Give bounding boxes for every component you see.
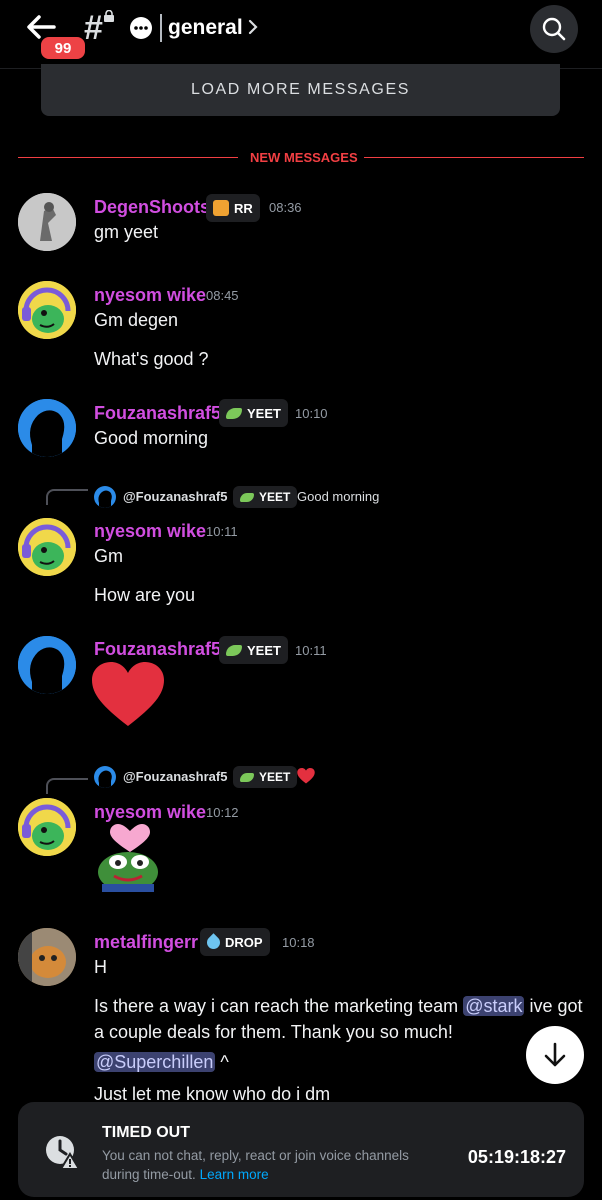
timeout-clock-icon (46, 1136, 80, 1170)
username[interactable]: nyesom wike (94, 285, 206, 306)
timeout-title: TIMED OUT (102, 1124, 190, 1141)
leaf-icon (240, 772, 254, 782)
new-messages-divider-right (364, 157, 584, 158)
timestamp: 10:18 (282, 935, 315, 950)
red-heart-icon (297, 768, 315, 784)
username[interactable]: DegenShoots (94, 197, 210, 218)
username[interactable]: metalfingerr (94, 932, 198, 953)
avatar-nyesom-wike[interactable] (18, 518, 76, 576)
timestamp: 10:11 (295, 643, 327, 658)
timeout-description: You can not chat, reply, react or join v… (102, 1148, 409, 1182)
reply-author[interactable]: @Fouzanashraf5 (123, 489, 227, 504)
jump-to-bottom-button[interactable] (526, 1026, 584, 1084)
new-messages-divider-left (18, 157, 238, 158)
reply-avatar (94, 486, 116, 508)
red-heart-emoji[interactable] (92, 662, 164, 728)
role-tag: RR (206, 194, 260, 222)
message-text: Is there a way i can reach the marketing… (94, 996, 583, 1016)
pepe-love-emoji[interactable] (96, 824, 160, 892)
message-text: Gm degen (94, 310, 179, 330)
message-text: @Superchillen ^ (94, 1052, 229, 1072)
timestamp: 10:10 (295, 406, 328, 421)
role-tag: YEET (219, 399, 288, 427)
timeout-banner: TIMED OUT You can not chat, reply, react… (18, 1102, 584, 1197)
leaf-icon (240, 492, 254, 502)
username[interactable]: nyesom wike (94, 521, 206, 542)
arrow-down-icon (544, 1042, 566, 1067)
message-text: Gm (94, 546, 123, 566)
water-drop-icon (204, 932, 223, 952)
search-icon (542, 17, 566, 41)
avatar-fouzanashraf5[interactable] (18, 399, 76, 457)
channel-header: 99 # general (0, 0, 602, 69)
avatar-nyesom-wike[interactable] (18, 281, 76, 339)
timestamp: 10:12 (206, 805, 239, 820)
mention-superchillen[interactable]: @Superchillen (94, 1052, 216, 1072)
new-messages-label: NEW MESSAGES (250, 150, 358, 165)
reply-author[interactable]: @Fouzanashraf5 (123, 769, 227, 784)
avatar-fouzanashraf5[interactable] (18, 636, 76, 694)
unread-badge: 99 (38, 34, 88, 62)
load-more-button[interactable]: LOAD MORE MESSAGES (41, 64, 560, 116)
reply-preview[interactable]: Good morning (297, 489, 379, 504)
channel-name[interactable]: general (168, 14, 243, 42)
timestamp: 08:36 (269, 200, 302, 215)
role-tag: YEET (219, 636, 288, 664)
reply-role-tag: YEET (233, 486, 298, 508)
username[interactable]: Fouzanashraf5 (94, 639, 221, 660)
timeout-countdown: 05:19:18:27 (467, 1147, 566, 1167)
role-tag: DROP (200, 928, 270, 956)
reply-role-tag: YEET (233, 766, 298, 788)
thread-icon (130, 17, 152, 39)
header-separator (160, 14, 162, 42)
learn-more-link[interactable]: Learn more (200, 1167, 269, 1182)
reply-avatar (94, 766, 116, 788)
reply-connector (46, 489, 88, 505)
leaf-icon (226, 407, 242, 419)
message-text: Good morning (94, 428, 209, 448)
username[interactable]: nyesom wike (94, 802, 206, 823)
username[interactable]: Fouzanashraf5 (94, 403, 221, 424)
search-button[interactable] (530, 5, 578, 53)
message-text: gm yeet (94, 222, 159, 242)
timestamp: 10:11 (206, 524, 238, 539)
leaf-icon (226, 644, 242, 656)
reply-connector (46, 778, 88, 794)
avatar-nyesom-wike[interactable] (18, 798, 76, 856)
chevron-right-icon[interactable] (246, 17, 260, 37)
avatar-degenshoots[interactable] (18, 193, 76, 251)
avatar-metalfingerr[interactable] (18, 928, 76, 986)
message-text: a couple deals for them. Thank you so mu… (94, 1022, 453, 1042)
timestamp: 08:45 (206, 288, 239, 303)
lock-icon (104, 10, 114, 22)
crown-badge-icon (213, 200, 229, 216)
message-text: H (94, 957, 107, 977)
message-text: How are you (94, 585, 196, 605)
message-text: What's good ? (94, 349, 209, 369)
mention-stark[interactable]: @stark (463, 996, 525, 1016)
